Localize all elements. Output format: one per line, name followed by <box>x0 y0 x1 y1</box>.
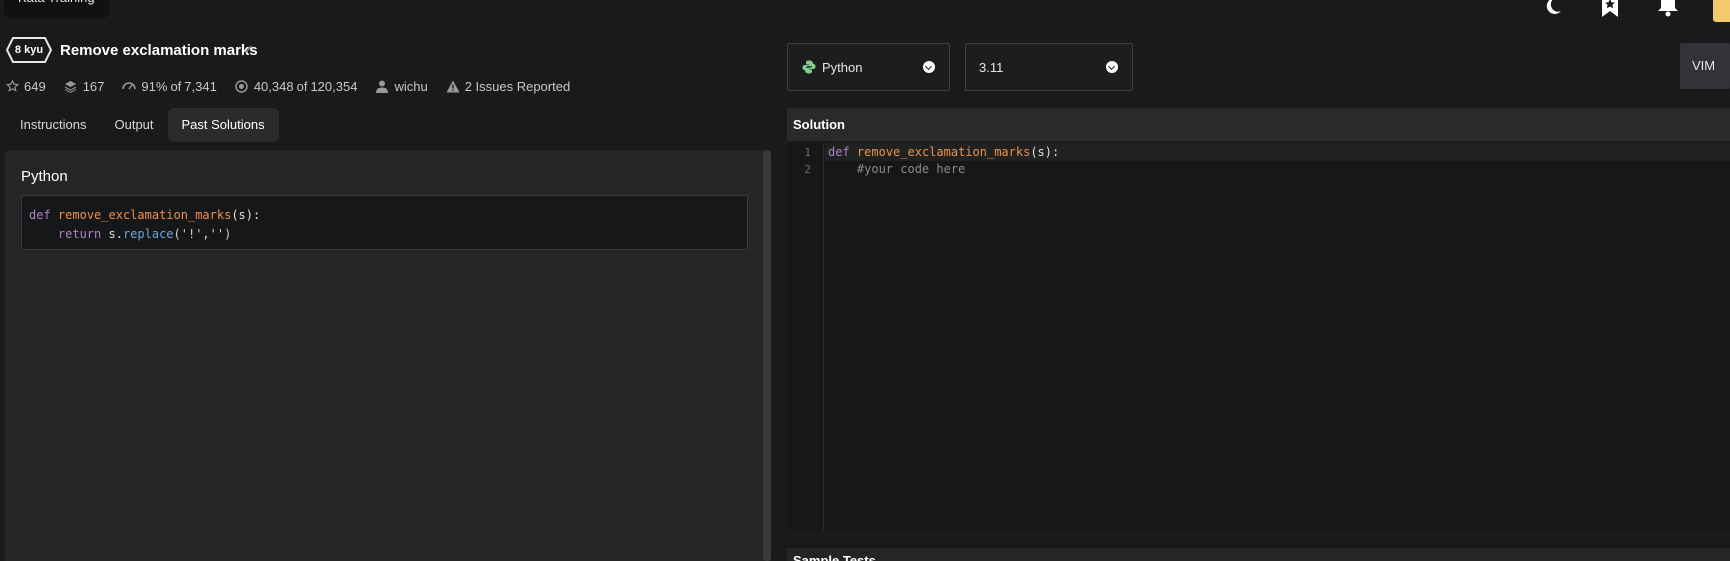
satisfaction-stat: 91% of 7,341 <box>122 79 217 94</box>
collections-stat[interactable]: 167 <box>64 79 104 94</box>
language-value: Python <box>822 59 863 75</box>
user-icon <box>375 79 389 93</box>
solution-editor[interactable]: 1 2 def remove_exclamation_marks(s): #yo… <box>787 143 1730 530</box>
tab-past-solutions[interactable]: Past Solutions <box>167 108 279 142</box>
chevron-down-icon <box>1106 61 1118 73</box>
target-icon <box>235 79 249 93</box>
code-line: return s.replace('!','') <box>57 227 232 241</box>
sample-tests-header-bar <box>787 548 1730 561</box>
editor-code[interactable]: def remove_exclamation_marks(s): #your c… <box>828 144 1059 178</box>
rank-badge: 8 kyu <box>6 37 52 63</box>
layers-icon <box>64 79 78 93</box>
tab-instructions[interactable]: Instructions <box>6 108 100 142</box>
past-solution-code: def remove_exclamation_marks(s): return … <box>21 195 748 250</box>
line-number: 1 <box>804 146 811 159</box>
bookmark-star-icon[interactable] <box>1598 0 1622 18</box>
code-line: #your code here <box>828 162 966 176</box>
python-icon <box>802 60 816 74</box>
solution-header: Solution <box>787 108 1730 141</box>
tab-output[interactable]: Output <box>100 108 167 142</box>
avatar[interactable] <box>1713 0 1730 22</box>
moon-icon[interactable] <box>1541 0 1565 18</box>
left-panel-scrollbar[interactable] <box>763 150 771 561</box>
version-select[interactable]: 3.11 <box>965 43 1133 91</box>
completed-check-icon: ✓ <box>243 42 254 57</box>
star-icon <box>5 79 19 93</box>
rating-icon <box>122 79 137 93</box>
warning-icon <box>446 79 460 93</box>
completions-stat: 40,348 of 120,354 <box>235 79 357 94</box>
bell-icon[interactable] <box>1656 0 1680 18</box>
version-value: 3.11 <box>979 59 1004 75</box>
top-bar: Kata Training <box>0 0 1730 22</box>
line-number-gutter: 1 2 <box>787 143 824 530</box>
vim-toggle-button[interactable]: VIM <box>1680 43 1730 89</box>
sample-tests-header: Sample Tests <box>793 553 876 561</box>
code-line: def remove_exclamation_marks(s): <box>828 145 1060 159</box>
language-select[interactable]: Python <box>787 43 950 91</box>
kata-title: Remove exclamation marks <box>60 42 258 59</box>
chevron-down-icon <box>923 61 935 73</box>
code-line: def remove_exclamation_marks(s): <box>29 208 261 222</box>
rank-label: 8 kyu <box>14 44 44 56</box>
issues-stat[interactable]: 2 Issues Reported <box>446 79 570 94</box>
stars-stat[interactable]: 649 <box>5 79 46 94</box>
kata-training-button[interactable]: Kata Training <box>4 0 109 18</box>
author-stat[interactable]: wichu <box>375 79 428 94</box>
line-number: 2 <box>804 163 811 176</box>
kata-stats: 649 167 91% of 7,341 40,348 of 120,354 w… <box>5 77 588 95</box>
tab-bar: Instructions Output Past Solutions <box>6 108 279 142</box>
past-solution-language: Python <box>21 168 68 185</box>
